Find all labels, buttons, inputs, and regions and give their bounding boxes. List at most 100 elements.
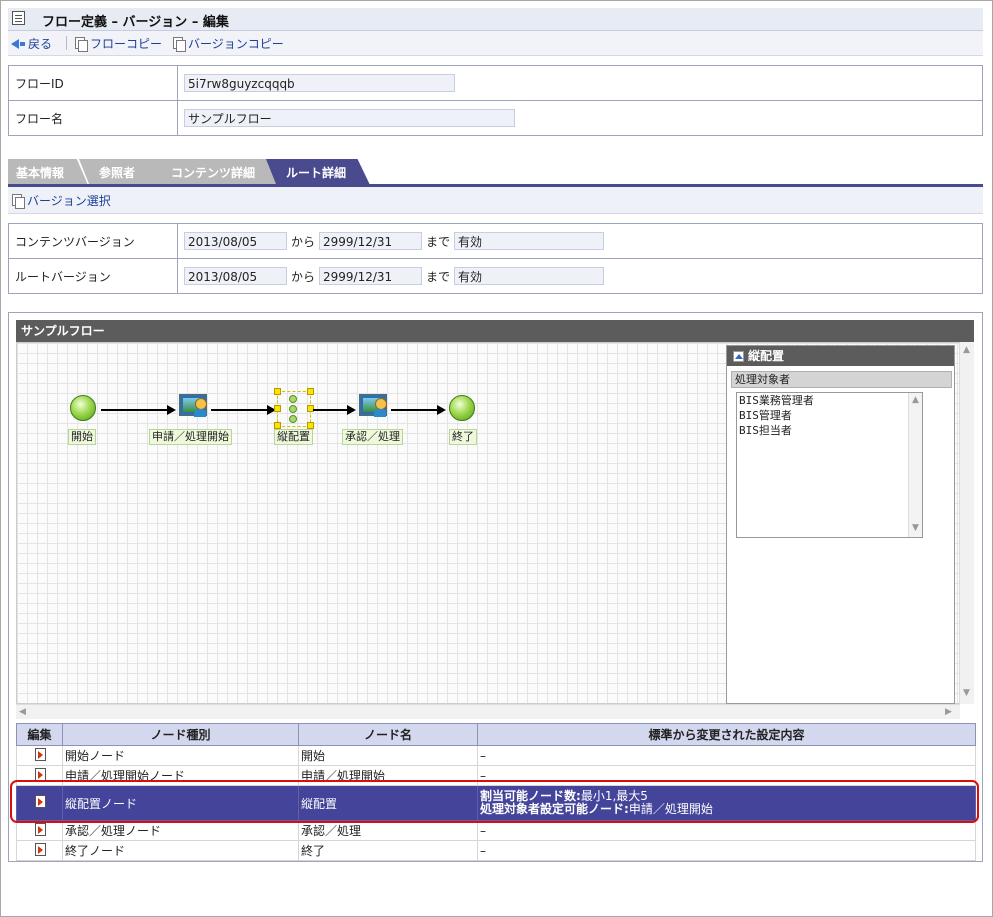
flow-name-label: フロー名 <box>8 100 178 136</box>
node-type-cell: 終了ノード <box>62 840 299 861</box>
flow-name-field[interactable]: サンプルフロー <box>184 109 515 127</box>
flow-arrow <box>313 409 347 411</box>
apply-node-label: 申請／処理開始 <box>149 429 232 445</box>
content-version-label: コンテンツバージョン <box>8 223 178 259</box>
from-label: から <box>291 234 316 249</box>
list-item[interactable]: BIS担当者 <box>737 423 922 438</box>
route-end-field[interactable]: 2999/12/31 <box>319 267 423 285</box>
tab-viewers[interactable]: 参照者 <box>79 159 166 185</box>
edit-icon[interactable] <box>35 822 46 836</box>
flow-id-field[interactable]: 5i7rw8guyzcqqqb <box>184 74 455 92</box>
node-name-cell: 縦配置 <box>298 785 478 821</box>
back-label: 戻る <box>28 37 53 51</box>
changes-cell: 割当可能ノード数:最小1,最大5 処理対象者設定可能ノード:申請／処理開始 <box>477 785 976 821</box>
assignable-nodes-label: 割当可能ノード数: <box>480 789 581 803</box>
table-row[interactable]: 申請／処理開始ノード 申請／処理開始 – <box>16 765 976 786</box>
resize-handle[interactable] <box>274 388 281 395</box>
node-name-cell: 承認／処理 <box>298 820 478 841</box>
assignable-nodes-value: 最小1,最大5 <box>580 789 648 803</box>
table-row[interactable]: 承認／処理ノード 承認／処理 – <box>16 820 976 841</box>
content-start-field[interactable]: 2013/08/05 <box>184 232 287 250</box>
start-node-icon[interactable] <box>70 395 96 421</box>
table-row[interactable]: 開始ノード 開始 – <box>16 745 976 766</box>
node-type-cell: 申請／処理開始ノード <box>62 765 299 786</box>
resize-handle[interactable] <box>307 388 314 395</box>
changes-cell: – <box>477 820 976 841</box>
content-end-field[interactable]: 2999/12/31 <box>319 232 423 250</box>
version-table: コンテンツバージョン 2013/08/05 から 2999/12/31 まで 有効 ルー… <box>8 223 983 294</box>
target-user-node-value: 申請／処理開始 <box>628 802 713 816</box>
list-item[interactable]: BIS業務管理者 <box>737 393 922 408</box>
column-header-changes: 標準から変更された設定内容 <box>477 723 976 746</box>
flow-copy-button[interactable]: フローコピー <box>75 35 162 52</box>
flow-panel-title: サンプルフロー <box>16 320 974 342</box>
end-node-label: 終了 <box>449 429 477 445</box>
tab-route-detail[interactable]: ルート詳細 <box>266 159 370 185</box>
content-status-field: 有効 <box>454 232 605 250</box>
tab-basic-info[interactable]: 基本情報 <box>8 159 88 185</box>
until-label: まで <box>426 234 451 249</box>
title-bar: フロー定義 – バージョン – 編集 <box>8 8 983 31</box>
start-node-label: 開始 <box>68 429 96 445</box>
node-type-cell: 縦配置ノード <box>62 785 299 821</box>
back-button[interactable]: 戻る <box>11 35 52 52</box>
column-header-node-type: ノード種別 <box>62 723 299 746</box>
canvas-horizontal-scrollbar[interactable]: ◀ ▶ <box>16 704 960 719</box>
changes-cell: – <box>477 840 976 861</box>
scroll-down-icon[interactable]: ▼ <box>963 688 970 698</box>
changes-cell: – <box>477 765 976 786</box>
resize-handle[interactable] <box>274 405 281 412</box>
version-copy-label: バージョンコピー <box>188 37 284 51</box>
flow-arrow <box>101 409 167 411</box>
edit-icon[interactable] <box>35 842 46 856</box>
flow-arrow <box>391 409 437 411</box>
version-select-icon <box>12 194 25 209</box>
end-node-icon[interactable] <box>449 395 475 421</box>
node-name-cell: 開始 <box>298 745 478 766</box>
column-header-node-name: ノード名 <box>298 723 478 746</box>
tab-content-detail[interactable]: コンテンツ詳細 <box>153 159 280 185</box>
scroll-left-icon[interactable]: ◀ <box>19 707 26 717</box>
route-version-label: ルートバージョン <box>8 258 178 294</box>
flow-copy-label: フローコピー <box>90 37 163 51</box>
vertical-node-icon <box>289 395 297 403</box>
flow-info-table: フローID 5i7rw8guyzcqqqb フロー名 サンプルフロー <box>8 65 983 136</box>
target-users-heading: 処理対象者 <box>731 371 952 388</box>
canvas-vertical-scrollbar[interactable]: ▲ ▼ <box>959 342 974 704</box>
arrow-head-icon <box>437 405 446 415</box>
back-arrow-icon <box>11 38 19 49</box>
scroll-down-icon[interactable]: ▼ <box>912 523 919 533</box>
column-header-edit: 編集 <box>16 723 63 746</box>
version-select-button[interactable]: バージョン選択 <box>12 192 111 209</box>
scroll-up-icon[interactable]: ▲ <box>912 395 919 405</box>
scroll-right-icon[interactable]: ▶ <box>945 707 952 717</box>
node-type-cell: 承認／処理ノード <box>62 820 299 841</box>
toolbar-separator <box>66 36 67 50</box>
list-item[interactable]: BIS管理者 <box>737 408 922 423</box>
route-status-field: 有効 <box>454 267 605 285</box>
collapse-icon[interactable] <box>733 351 744 362</box>
scroll-up-icon[interactable]: ▲ <box>963 345 970 355</box>
toolbar: 戻る フローコピー バージョンコピー <box>8 31 983 56</box>
table-row[interactable]: 終了ノード 終了 – <box>16 840 976 861</box>
arrow-head-icon <box>167 405 176 415</box>
target-users-list[interactable]: BIS業務管理者 BIS管理者 BIS担当者 ▲ ▼ <box>736 392 923 538</box>
version-copy-button[interactable]: バージョンコピー <box>173 35 284 52</box>
tab-bar: 基本情報 参照者 コンテンツ詳細 ルート詳細 <box>8 159 983 185</box>
arrow-head-icon <box>347 405 356 415</box>
table-row-selected[interactable]: 縦配置ノード 縦配置 割当可能ノード数:最小1,最大5 処理対象者設定可能ノード… <box>16 785 976 821</box>
list-scrollbar[interactable]: ▲ ▼ <box>908 393 922 537</box>
target-user-node-label: 処理対象者設定可能ノード: <box>480 802 629 816</box>
route-start-field[interactable]: 2013/08/05 <box>184 267 287 285</box>
node-name-cell: 終了 <box>298 840 478 861</box>
flow-arrow <box>211 409 267 411</box>
properties-header: 縦配置 <box>727 346 954 366</box>
version-bar: バージョン選択 <box>8 187 983 214</box>
edit-icon[interactable] <box>35 767 46 781</box>
changes-cell: – <box>477 745 976 766</box>
edit-icon[interactable] <box>35 795 46 808</box>
edit-icon[interactable] <box>35 747 46 761</box>
resize-handle[interactable] <box>274 422 281 429</box>
page-document-icon <box>12 11 25 25</box>
resize-handle[interactable] <box>307 422 314 429</box>
